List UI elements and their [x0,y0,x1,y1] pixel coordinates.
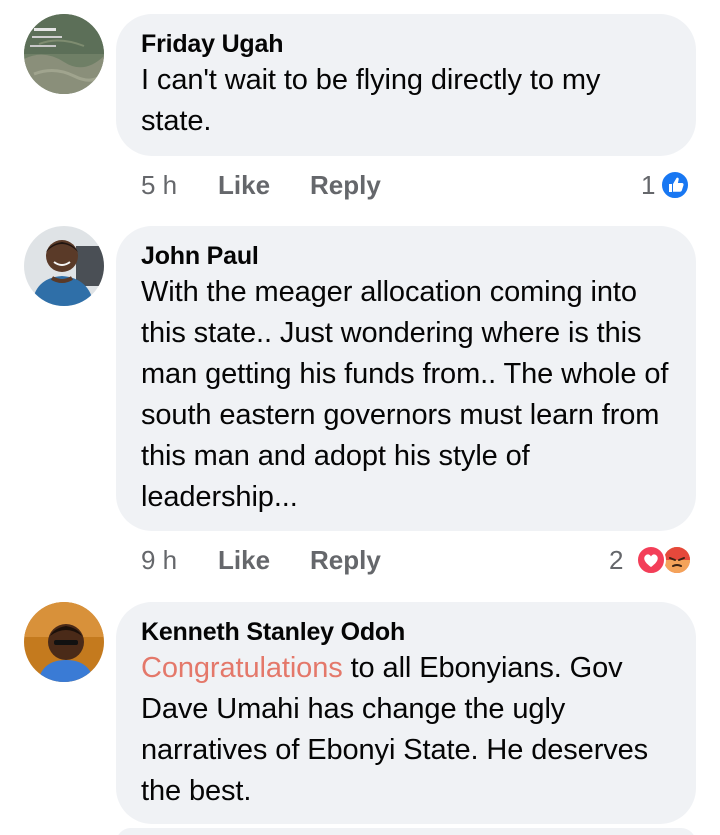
avatar[interactable] [24,14,104,94]
angry-icon [662,545,692,575]
love-icon [636,545,666,575]
reply-button[interactable]: Reply [310,543,381,577]
comment-text: With the meager allocation coming into t… [141,276,669,513]
reaction-count: 1 [641,170,656,200]
like-button[interactable]: Like [218,168,270,202]
comment-author[interactable]: Kenneth Stanley Odoh [141,616,670,648]
comment-author[interactable]: John Paul [141,240,670,272]
comment-time[interactable]: 9 h [141,543,177,577]
comment-text: Congratulations to all Ebonyians. Gov Da… [141,648,670,812]
reaction-summary[interactable]: 2 [606,543,700,577]
comment-text: I can't wait to be flying directly to my… [141,64,601,137]
avatar[interactable] [24,226,104,306]
comment-bubble: Friday Ugah I can't wait to be flying di… [116,14,696,156]
reaction-count: 2 [609,545,624,575]
comment-bubble: John Paul With the meager allocation com… [116,226,696,531]
highlighted-word[interactable]: Congratulations [141,652,343,684]
comment-actions: 9 h Like Reply [141,543,401,577]
comment-bubble: Kenneth Stanley Odoh Congratulations to … [116,602,696,824]
avatar[interactable] [24,602,104,682]
reaction-summary[interactable]: 1 [638,168,698,202]
comment-bubble-partial [116,828,696,835]
comment-author[interactable]: Friday Ugah [141,28,670,60]
reply-button[interactable]: Reply [310,168,381,202]
comment-actions: 5 h Like Reply [141,168,401,202]
comment-time[interactable]: 5 h [141,168,177,202]
like-icon [660,170,690,200]
like-button[interactable]: Like [218,543,270,577]
